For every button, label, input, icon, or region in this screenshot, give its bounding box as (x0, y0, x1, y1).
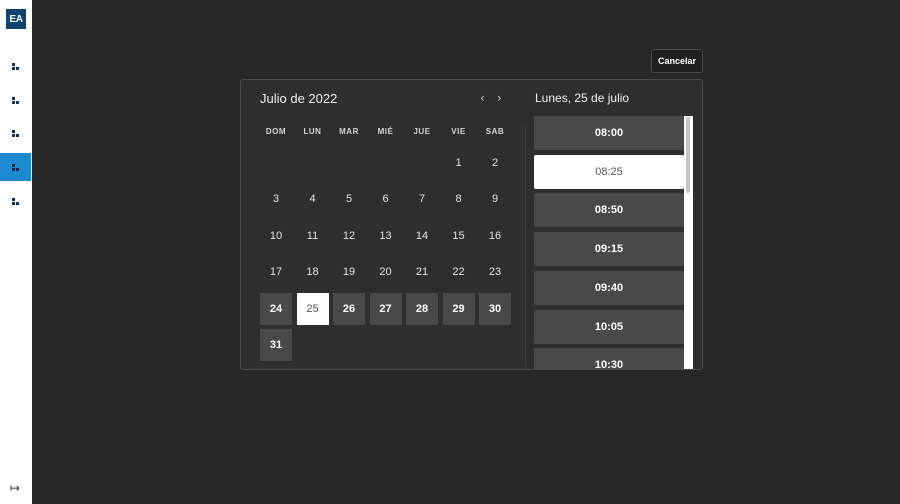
panel-divider (525, 126, 526, 366)
calendar-day[interactable]: 29 (442, 292, 475, 325)
calendar-day: 14 (415, 229, 429, 242)
calendar-day: 17 (269, 266, 283, 279)
calendar-day: 22 (452, 266, 465, 279)
time-slot[interactable]: 09:40 (534, 270, 684, 305)
calendar-day: 1 (455, 157, 462, 169)
calendar-day: 21 (415, 266, 429, 279)
weekday-label: LUN (303, 127, 322, 136)
calendar-day[interactable]: 25 (296, 292, 329, 325)
selected-date-title: Lunes, 25 de julio (535, 91, 630, 105)
calendar-day: 18 (306, 266, 319, 279)
sidebar-item-2[interactable] (0, 86, 31, 114)
month-title: Julio de 2022 (260, 91, 338, 106)
chevron-right-icon[interactable]: › (497, 91, 502, 105)
chevron-left-icon[interactable]: ‹ (480, 91, 485, 105)
booking-panel: Julio de 2022 ‹ › DOM LUN MAR MIÉ JUE VIE SAB … (240, 79, 703, 370)
cancel-button[interactable]: Cancelar (651, 49, 703, 73)
calendar-day: 12 (342, 229, 356, 242)
time-slot[interactable]: 08:25 (534, 154, 684, 189)
calendar-day: 20 (379, 266, 392, 279)
logout-icon[interactable]: ↦ (10, 482, 20, 494)
calendar-day: 2 (491, 157, 499, 169)
weekday-label: DOM (265, 127, 287, 136)
weekday-label: MAR (339, 127, 359, 136)
sidebar: EA ↦ (0, 0, 32, 504)
calendar-day[interactable]: 27 (369, 292, 402, 325)
calendar-day: 7 (418, 193, 426, 206)
calendar-day: 16 (488, 229, 502, 242)
scrollbar-thumb[interactable] (686, 117, 690, 193)
sidebar-item-4[interactable] (0, 153, 31, 181)
calendar-day: 15 (452, 229, 465, 242)
app-logo[interactable]: EA (6, 9, 26, 29)
sidebar-item-3[interactable] (0, 119, 31, 147)
calendar-day[interactable]: 30 (479, 292, 511, 325)
weekday-label: VIE (451, 127, 466, 136)
calendar-day: 23 (488, 266, 502, 279)
weekday-label: SAB (485, 127, 505, 136)
time-slot[interactable]: 08:50 (534, 193, 684, 228)
calendar-day: 13 (379, 229, 392, 242)
time-slot[interactable]: 10:05 (534, 309, 684, 344)
weekday-header: DOM LUN MAR MIÉ JUE VIE SAB (259, 127, 511, 139)
time-slot[interactable]: 09:15 (534, 232, 684, 267)
time-slot-list: 08:00 08:25 08:50 09:15 09:40 10:05 10:30 (534, 116, 684, 369)
calendar-day[interactable]: 28 (406, 292, 438, 325)
time-slot[interactable]: 08:00 (534, 116, 684, 150)
calendar-day: 19 (342, 266, 356, 279)
calendar-day[interactable]: 31 (260, 329, 292, 361)
time-slot[interactable]: 10:30 (534, 348, 684, 369)
calendar-day: 9 (491, 193, 499, 206)
calendar-day: 10 (269, 229, 283, 242)
calendar-day[interactable]: 26 (333, 292, 365, 325)
grid-icon (11, 62, 20, 70)
weekday-label: MIÉ (377, 127, 394, 136)
grid-icon (11, 163, 20, 171)
calendar-day: 8 (455, 193, 462, 206)
sidebar-item-5[interactable] (0, 187, 31, 215)
grid-icon (11, 129, 20, 137)
time-slot-scrollbar[interactable] (684, 116, 693, 369)
calendar-day: 11 (306, 229, 319, 242)
calendar-day: 3 (272, 193, 280, 206)
calendar-day[interactable]: 24 (260, 292, 292, 325)
weekday-label: JUE (413, 127, 431, 136)
calendar-day: 6 (382, 193, 389, 206)
grid-icon (11, 96, 20, 104)
grid-icon (11, 197, 20, 205)
sidebar-item-1[interactable] (0, 52, 31, 80)
calendar-day: 4 (309, 193, 316, 206)
calendar-day: 5 (345, 193, 353, 206)
